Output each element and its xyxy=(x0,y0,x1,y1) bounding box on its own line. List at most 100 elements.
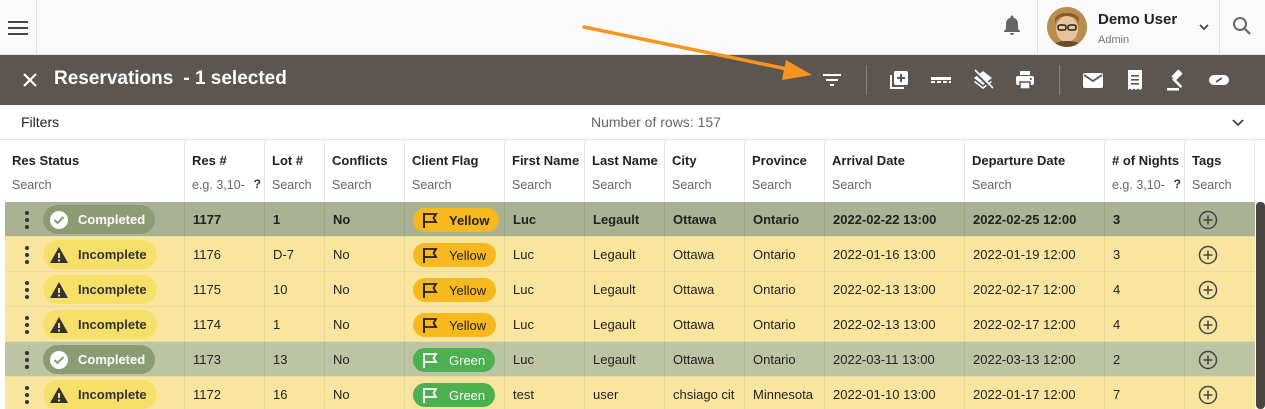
column-label: Lot # xyxy=(272,153,304,168)
client-flag-badge[interactable]: Yellow xyxy=(413,278,497,302)
column-search-input[interactable]: Search xyxy=(12,178,52,192)
add-circle-icon[interactable] xyxy=(1198,245,1218,265)
more-vert-icon[interactable] xyxy=(24,245,30,265)
more-vert-icon[interactable] xyxy=(24,350,30,370)
column-header-city[interactable]: City Search xyxy=(665,140,745,202)
separator-icon[interactable] xyxy=(929,68,953,92)
add-circle-icon[interactable] xyxy=(1198,315,1218,335)
more-vert-icon[interactable] xyxy=(24,385,30,405)
status-badge[interactable]: Completed xyxy=(43,345,156,374)
close-icon[interactable] xyxy=(21,71,39,89)
column-header-res-number[interactable]: Res # e.g. 3,10- ? xyxy=(185,140,265,202)
receipt-icon[interactable] xyxy=(1123,68,1147,92)
table-row[interactable]: Completed 1173 13 No Luc Legault Ottawa Ontario… xyxy=(5,342,1255,377)
column-header-tags[interactable]: Tags Search xyxy=(1185,140,1255,202)
column-search-input[interactable]: Search xyxy=(1192,178,1232,192)
column-search-input[interactable]: Search xyxy=(832,178,872,192)
more-vert-icon[interactable] xyxy=(24,210,30,230)
help-icon[interactable]: ? xyxy=(254,177,261,191)
column-label: Client Flag xyxy=(412,153,479,168)
layers-clear-icon[interactable] xyxy=(971,68,995,92)
client-flag-badge[interactable]: Yellow xyxy=(413,243,497,267)
column-search-input[interactable]: Search xyxy=(972,178,1012,192)
status-badge[interactable]: Incomplete xyxy=(43,275,157,304)
user-menu[interactable]: Demo User Admin xyxy=(1037,0,1220,55)
chevron-down-icon[interactable] xyxy=(1231,115,1245,129)
add-circle-icon[interactable] xyxy=(1198,385,1218,405)
check-circle-icon xyxy=(50,350,68,369)
vertical-scrollbar[interactable] xyxy=(1256,202,1265,409)
menu-button[interactable] xyxy=(0,0,37,55)
column-search-input[interactable]: Search xyxy=(592,178,632,192)
column-search-input[interactable]: e.g. 3,10- xyxy=(1112,178,1170,192)
column-header-nights[interactable]: # of Nights e.g. 3,10- ? xyxy=(1105,140,1185,202)
print-icon[interactable] xyxy=(1013,68,1037,92)
status-badge[interactable]: Incomplete xyxy=(43,380,157,409)
user-name: Demo User xyxy=(1098,11,1178,28)
filter-icon[interactable] xyxy=(820,68,844,92)
column-search-input[interactable]: Search xyxy=(672,178,712,192)
cell-first: Luc xyxy=(505,237,585,272)
status-label: Completed xyxy=(78,352,146,367)
cell-conflicts: No xyxy=(325,272,405,307)
table-row[interactable]: Incomplete 1175 10 No Luc Legault Ottawa Ontari… xyxy=(5,272,1255,307)
client-flag-badge[interactable]: Green xyxy=(413,348,496,372)
cell-city: Ottawa xyxy=(665,307,745,342)
cell-city: Ottawa xyxy=(665,272,745,307)
tag-icon[interactable] xyxy=(1207,68,1231,92)
column-search-input[interactable]: Search xyxy=(752,178,792,192)
notification-bell-icon[interactable] xyxy=(1002,14,1022,36)
cell-lot: 10 xyxy=(265,272,325,307)
client-flag-label: Yellow xyxy=(449,282,487,298)
help-icon[interactable]: ? xyxy=(1174,177,1181,191)
add-circle-icon[interactable] xyxy=(1198,280,1218,300)
cell-res: 1177 xyxy=(185,202,265,237)
client-flag-badge[interactable]: Yellow xyxy=(413,313,497,337)
title-text: Reservations xyxy=(54,68,174,89)
table-row[interactable]: Incomplete 1176 D-7 No Luc Legault Ottawa Ontar… xyxy=(5,237,1255,272)
add-box-icon[interactable] xyxy=(887,68,911,92)
flag-icon xyxy=(423,248,438,263)
cell-res: 1174 xyxy=(185,307,265,342)
column-label: Tags xyxy=(1192,153,1222,168)
column-search-input[interactable]: Search xyxy=(332,178,372,192)
cell-conflicts: No xyxy=(325,202,405,237)
column-search-input[interactable]: Search xyxy=(512,178,552,192)
column-header-province[interactable]: Province Search xyxy=(745,140,825,202)
add-circle-icon[interactable] xyxy=(1198,210,1218,230)
column-header-client-flag[interactable]: Client Flag Search xyxy=(405,140,505,202)
add-circle-icon[interactable] xyxy=(1198,350,1218,370)
column-search-input[interactable]: Search xyxy=(412,178,452,192)
column-header-res-status[interactable]: Res Status Search xyxy=(5,140,185,202)
client-flag-badge[interactable]: Yellow xyxy=(413,208,500,232)
cell-nights: 2 xyxy=(1105,342,1185,377)
status-badge[interactable]: Incomplete xyxy=(43,240,157,269)
more-vert-icon[interactable] xyxy=(24,315,30,335)
cell-departure: 2022-01-17 12:00 xyxy=(965,377,1105,409)
table-row[interactable]: Incomplete 1174 1 No Luc Legault Ottawa Ontario… xyxy=(5,307,1255,342)
column-header-arrival-date[interactable]: Arrival Date Search xyxy=(825,140,965,202)
cell-last: Legault xyxy=(585,342,665,377)
mail-icon[interactable] xyxy=(1081,68,1105,92)
search-icon[interactable] xyxy=(1232,16,1252,36)
gavel-icon[interactable] xyxy=(1165,68,1189,92)
chevron-down-icon[interactable] xyxy=(1198,21,1210,33)
column-header-last-name[interactable]: Last Name Search xyxy=(585,140,665,202)
filters-panel-header[interactable]: Filters Number of rows: 157 xyxy=(0,105,1265,140)
table-row[interactable]: Completed 1177 1 No Luc Legault Ottawa Ontario 2… xyxy=(5,202,1255,237)
table-row[interactable]: Incomplete 1172 16 No test user chsiago cit Min… xyxy=(5,377,1255,409)
client-flag-badge[interactable]: Green xyxy=(413,383,496,407)
column-search-input[interactable]: e.g. 3,10- xyxy=(192,178,250,192)
column-header-lot-number[interactable]: Lot # Search xyxy=(265,140,325,202)
column-header-departure-date[interactable]: Departure Date Search xyxy=(965,140,1105,202)
column-search-input[interactable]: Search xyxy=(272,178,312,192)
column-header-first-name[interactable]: First Name Search xyxy=(505,140,585,202)
status-badge[interactable]: Completed xyxy=(43,205,156,234)
reservations-table-body: Completed 1177 1 No Luc Legault Ottawa Ontario 2… xyxy=(5,202,1255,409)
flag-icon xyxy=(423,283,438,298)
cell-conflicts: No xyxy=(325,342,405,377)
column-header-conflicts[interactable]: Conflicts Search xyxy=(325,140,405,202)
more-vert-icon[interactable] xyxy=(24,280,30,300)
status-badge[interactable]: Incomplete xyxy=(43,310,157,339)
flag-icon xyxy=(423,318,438,333)
